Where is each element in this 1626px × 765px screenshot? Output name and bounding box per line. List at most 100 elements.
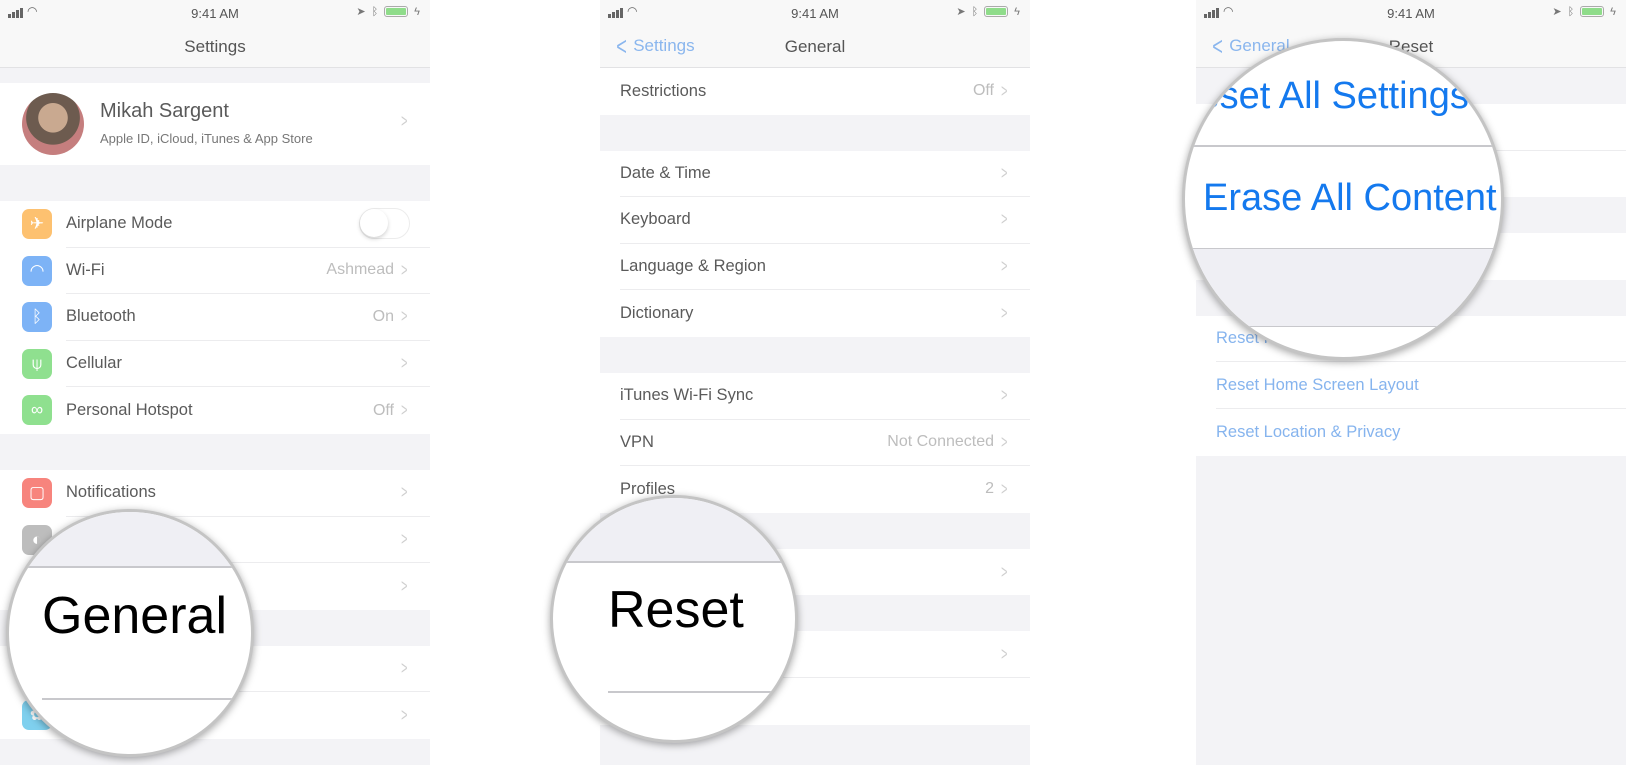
- divider: [1185, 145, 1501, 147]
- bluetooth-status-icon: ᛒ: [971, 5, 979, 18]
- row-label: Dictionary: [620, 304, 694, 323]
- row-label: iTunes Wi-Fi Sync: [620, 386, 754, 405]
- cellular-icon: ⍦: [22, 348, 52, 379]
- row-content: VPN Not Connected >: [620, 420, 1030, 467]
- row-label: Notifications: [66, 483, 156, 502]
- bluetooth-icon: ᛒ: [22, 302, 52, 333]
- charging-icon: ϟ: [1610, 5, 1616, 18]
- list-item-airplane-mode[interactable]: ✈ Airplane Mode: [0, 201, 430, 248]
- list-item-language-region[interactable]: Language & Region >: [600, 243, 1030, 291]
- chevron-right-icon: >: [401, 575, 408, 596]
- profile-subtitle: Apple ID, iCloud, iTunes & App Store: [100, 131, 313, 146]
- chevron-right-icon: >: [1001, 385, 1008, 406]
- status-right: ➤ ᛒ ϟ: [1552, 5, 1616, 19]
- battery-icon: [384, 6, 409, 17]
- nav-title: Settings: [184, 37, 246, 56]
- chevron-right-icon: >: [1001, 162, 1008, 183]
- list-item-notifications[interactable]: ▢ Notifications >: [0, 469, 430, 517]
- row-content: Date & Time >: [620, 151, 1030, 198]
- chevron-right-icon: >: [1001, 209, 1008, 230]
- row-content: Language & Region >: [620, 244, 1030, 291]
- list-item-personal-hotspot[interactable]: ∞ Personal Hotspot Off >: [0, 387, 430, 434]
- list-item-wi-fi[interactable]: ◠ Wi-Fi Ashmead >: [0, 247, 430, 295]
- row-value: Off: [372, 401, 394, 419]
- chevron-right-icon: >: [1001, 80, 1008, 101]
- notifications-icon: ▢: [22, 477, 52, 508]
- location-icon: ➤: [356, 6, 366, 18]
- charging-icon: ϟ: [414, 5, 420, 18]
- divider: [42, 698, 251, 700]
- magnified-section-gap: [553, 498, 795, 561]
- row-label: Restrictions: [620, 81, 707, 100]
- row-label: VPN: [620, 432, 654, 451]
- row-label[interactable]: Reset Home Screen Layout: [1216, 376, 1419, 395]
- list-item-restrictions[interactable]: Restrictions Off >: [600, 68, 1030, 115]
- chevron-right-icon: >: [1001, 561, 1008, 582]
- divider: [9, 566, 251, 568]
- list-item-itunes-wi-fi-sync[interactable]: iTunes Wi-Fi Sync >: [600, 372, 1030, 420]
- wifi-icon: ◠: [22, 255, 52, 286]
- chevron-right-icon: >: [1001, 256, 1008, 277]
- row-content: Bluetooth On >: [66, 294, 430, 341]
- list-item-bluetooth[interactable]: ᛒ Bluetooth On >: [0, 294, 430, 341]
- magnified-section-gap: [1185, 248, 1501, 327]
- row-label: Personal Hotspot: [66, 401, 193, 420]
- divider: [608, 691, 795, 693]
- row-label: Airplane Mode: [66, 214, 173, 233]
- battery-icon: [1580, 6, 1605, 17]
- bluetooth-status-icon: ᛒ: [1567, 5, 1575, 18]
- nav-title: General: [784, 37, 846, 56]
- row-value: Off: [972, 82, 994, 100]
- row-value: On: [372, 307, 394, 325]
- row-label: Language & Region: [620, 257, 766, 276]
- magnified-section-gap: [9, 512, 251, 566]
- magnifier-general: General: [6, 509, 254, 757]
- list-item-reset-location-privacy[interactable]: Reset Location & Privacy: [1196, 408, 1626, 456]
- row-content: Cellular >: [66, 341, 430, 388]
- apple-id-profile-row[interactable]: Mikah Sargent Apple ID, iCloud, iTunes & …: [0, 83, 430, 165]
- list-item-date-time[interactable]: Date & Time >: [600, 150, 1030, 198]
- chevron-right-icon: >: [401, 111, 408, 131]
- row-content: Dictionary >: [620, 290, 1030, 337]
- row-label: Wi-Fi: [66, 260, 105, 279]
- row-label[interactable]: Reset Location & Privacy: [1216, 423, 1400, 442]
- magnified-reset-all-settings[interactable]: Reset All Settings: [1185, 75, 1469, 118]
- magnified-general-label[interactable]: General: [42, 586, 227, 646]
- magnified-reset-label[interactable]: Reset: [608, 580, 744, 640]
- row-content: Personal Hotspot Off >: [66, 387, 430, 434]
- row-label: Keyboard: [620, 210, 691, 229]
- list-item-cellular[interactable]: ⍦ Cellular >: [0, 340, 430, 388]
- row-content: Reset Location & Privacy: [1216, 409, 1626, 456]
- chevron-right-icon: >: [401, 705, 408, 726]
- row-content: Wi-Fi Ashmead >: [66, 248, 430, 295]
- row-value: Not Connected: [887, 433, 994, 451]
- profile-name: Mikah Sargent: [100, 100, 229, 122]
- airplane-mode-toggle[interactable]: [359, 208, 410, 240]
- list-item-vpn[interactable]: VPN Not Connected >: [600, 419, 1030, 467]
- list-item-reset-home-screen-layout[interactable]: Reset Home Screen Layout: [1196, 362, 1626, 409]
- status-bar: ◠ 9:41 AM ➤ ᛒ ϟ: [0, 0, 430, 26]
- chevron-right-icon: >: [1001, 643, 1008, 664]
- list-item-keyboard[interactable]: Keyboard >: [600, 197, 1030, 244]
- charging-icon: ϟ: [1014, 5, 1020, 18]
- magnifier-erase: Reset All Settings Erase All Content and…: [1182, 38, 1504, 360]
- row-content: Airplane Mode: [66, 201, 430, 248]
- hotspot-icon: ∞: [22, 395, 52, 426]
- row-value: 2: [985, 480, 994, 498]
- status-bar: ◠ 9:41 AM ➤ ᛒ ϟ: [600, 0, 1030, 26]
- chevron-right-icon: >: [401, 482, 408, 503]
- chevron-right-icon: >: [401, 528, 408, 549]
- magnified-erase-all-content[interactable]: Erase All Content and Settings: [1203, 177, 1501, 220]
- chevron-right-icon: >: [401, 658, 408, 679]
- status-right: ➤ ᛒ ϟ: [356, 5, 420, 19]
- status-right: ➤ ᛒ ϟ: [956, 5, 1020, 19]
- list-item-dictionary[interactable]: Dictionary >: [600, 290, 1030, 337]
- avatar: [22, 93, 84, 155]
- divider: [553, 561, 795, 563]
- chevron-right-icon: >: [401, 306, 408, 327]
